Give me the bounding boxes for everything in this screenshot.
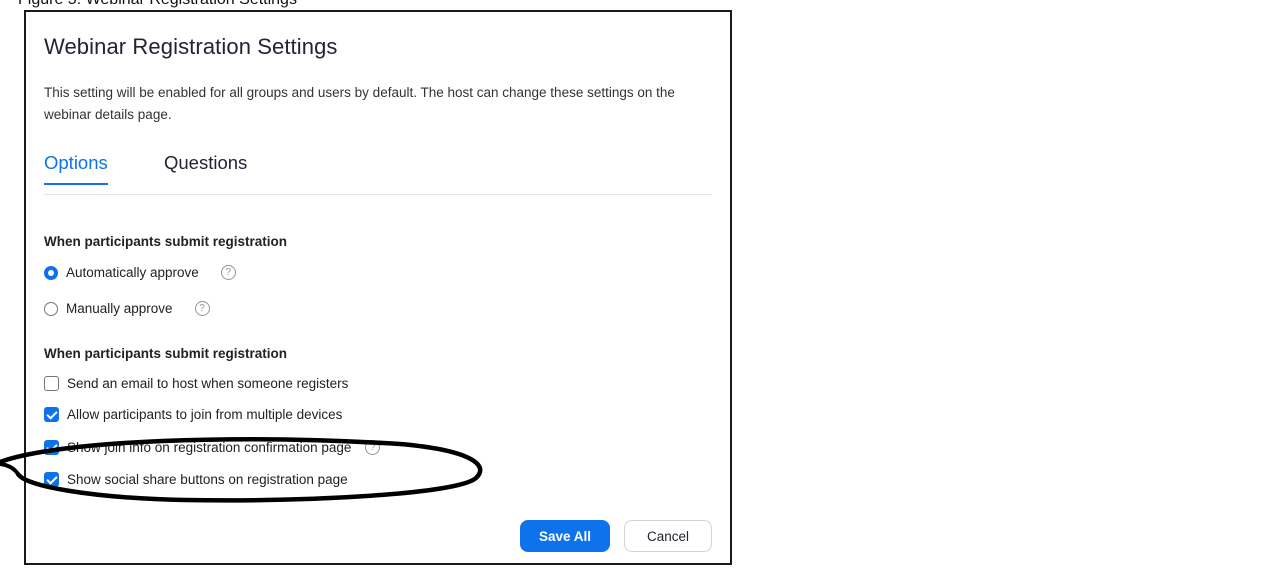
cut-off-caption: Figure 5: Webinar Registration Settings — [18, 0, 297, 9]
approval-section-heading: When participants submit registration — [44, 234, 288, 249]
checkbox-checked[interactable] — [44, 440, 59, 455]
radio-manually-approve[interactable]: Manually approve ? — [44, 301, 210, 316]
cancel-button[interactable]: Cancel — [624, 520, 712, 552]
notify-section-heading: When participants submit registration — [44, 346, 288, 361]
checkbox[interactable] — [44, 376, 59, 391]
radio-label: Automatically approve — [66, 265, 199, 280]
question-circle-icon[interactable]: ? — [220, 265, 236, 280]
page: Figure 5: Webinar Registration Settings … — [0, 0, 1283, 575]
checkbox-multiple-devices[interactable]: Allow participants to join from multiple… — [44, 407, 342, 422]
radio-button[interactable] — [44, 301, 58, 316]
tab-options[interactable]: Options — [44, 152, 108, 185]
radio-automatically-approve[interactable]: Automatically approve ? — [44, 265, 236, 280]
checkbox-send-email[interactable]: Send an email to host when someone regis… — [44, 376, 348, 391]
checkbox-join-info[interactable]: Show join info on registration confirmat… — [44, 440, 381, 455]
checkbox-label: Show social share buttons on registratio… — [67, 472, 348, 487]
question-circle-icon[interactable]: ? — [365, 440, 381, 455]
tab-bar: Options Questions — [44, 152, 712, 195]
dialog-description: This setting will be enabled for all gro… — [44, 85, 675, 122]
checkbox-label: Send an email to host when someone regis… — [67, 376, 349, 391]
save-all-button[interactable]: Save All — [520, 520, 610, 552]
webinar-settings-dialog: Webinar Registration Settings This setti… — [24, 10, 732, 565]
radio-label: Manually approve — [66, 301, 173, 316]
tab-questions[interactable]: Questions — [164, 152, 247, 184]
checkbox-label: Allow participants to join from multiple… — [67, 407, 343, 422]
radio-button-selected[interactable] — [44, 265, 58, 280]
checkbox-label: Show join info on registration confirmat… — [67, 440, 352, 455]
question-circle-icon[interactable]: ? — [194, 301, 210, 316]
checkbox-checked[interactable] — [44, 407, 59, 422]
checkbox-checked[interactable] — [44, 472, 59, 487]
checkbox-social-share[interactable]: Show social share buttons on registratio… — [44, 472, 348, 487]
dialog-title: Webinar Registration Settings — [44, 34, 338, 59]
